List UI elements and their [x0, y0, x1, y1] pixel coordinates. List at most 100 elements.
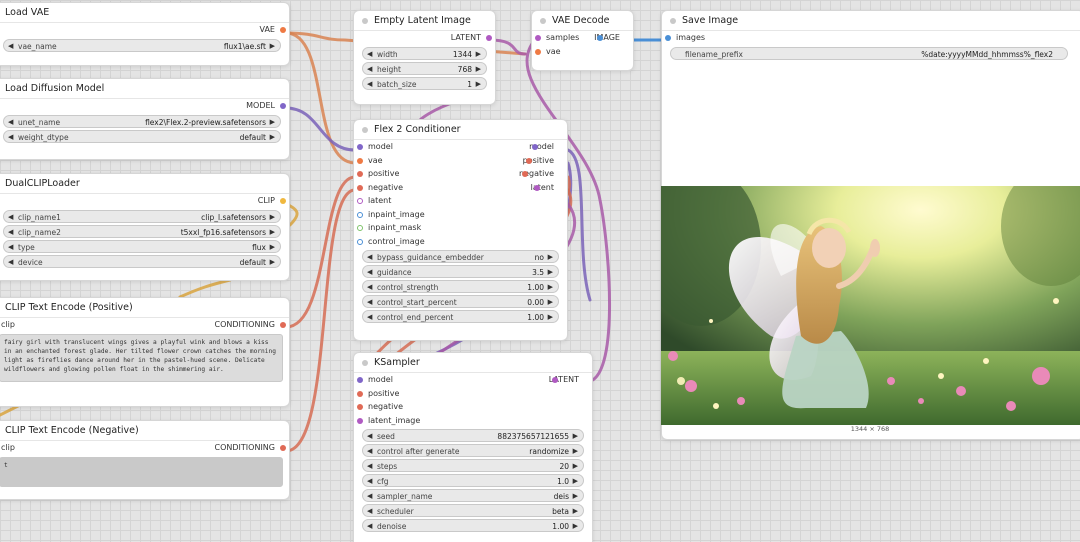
ksampler-title[interactable]: KSampler: [354, 353, 592, 373]
vae-output-dot[interactable]: [280, 27, 286, 33]
model-output-slot[interactable]: MODEL: [0, 99, 289, 113]
ksampler-negative-row[interactable]: negative: [354, 400, 592, 414]
empty-latent-title[interactable]: Empty Latent Image: [354, 11, 495, 31]
decrement-arrow-icon[interactable]: ◀: [8, 241, 13, 254]
decrement-arrow-icon[interactable]: ◀: [8, 40, 13, 53]
empty-latent-image-node[interactable]: Empty Latent Image LATENT ◀ width 1344 ▶…: [353, 10, 496, 105]
negative-input-dot[interactable]: [357, 184, 363, 191]
decrement-arrow-icon[interactable]: ◀: [367, 460, 372, 473]
flex2-positive-row[interactable]: positive negative: [354, 167, 567, 181]
unet-name-widget[interactable]: ◀ unet_name flex2\Flex.2-preview.safeten…: [3, 114, 281, 129]
model-input-dot[interactable]: [357, 377, 363, 383]
decrement-arrow-icon[interactable]: ◀: [367, 296, 372, 309]
decrement-arrow-icon[interactable]: ◀: [8, 256, 13, 269]
latent-image-input-dot[interactable]: [357, 417, 363, 424]
samples-input-dot[interactable]: [535, 35, 541, 41]
negative-output-dot[interactable]: [522, 171, 528, 177]
latent-output-dot[interactable]: [551, 377, 558, 383]
inpaint-mask-input-dot[interactable]: [357, 225, 363, 231]
decrement-arrow-icon[interactable]: ◀: [367, 266, 372, 279]
ksampler-node[interactable]: KSampler model LATENT positive negative …: [353, 352, 593, 542]
control-image-input-dot[interactable]: [357, 238, 363, 245]
denoise-widget[interactable]: ◀ denoise 1.00 ▶: [362, 519, 584, 532]
flex2-model-row[interactable]: model model: [354, 140, 567, 154]
load-diffusion-title[interactable]: Load Diffusion Model: [0, 79, 289, 99]
decrement-arrow-icon[interactable]: ◀: [367, 520, 372, 533]
conditioning-output-dot[interactable]: [280, 445, 286, 451]
flex2-inpaint-mask-row[interactable]: inpaint_mask: [354, 221, 567, 235]
control-end-percent-widget[interactable]: ◀ control_end_percent 1.00 ▶: [362, 310, 559, 323]
increment-arrow-icon[interactable]: ▶: [573, 445, 578, 458]
flex2-negative-row[interactable]: negative latent: [354, 181, 567, 195]
collapse-dot-icon[interactable]: [540, 18, 546, 24]
model-output-dot[interactable]: [280, 103, 286, 109]
decrement-arrow-icon[interactable]: ◀: [367, 445, 372, 458]
decrement-arrow-icon[interactable]: ◀: [367, 63, 372, 76]
decrement-arrow-icon[interactable]: ◀: [367, 78, 372, 91]
dual-clip-loader-node[interactable]: DualCLIPLoader CLIP ◀ clip_name1 clip_l.…: [0, 173, 290, 281]
flex2-title[interactable]: Flex 2 Conditioner: [354, 120, 567, 140]
model-input-dot[interactable]: [357, 144, 363, 150]
increment-arrow-icon[interactable]: ▶: [270, 241, 275, 254]
decrement-arrow-icon[interactable]: ◀: [367, 48, 372, 61]
flex2-vae-row[interactable]: vae positive: [354, 154, 567, 168]
load-vae-node[interactable]: Load VAE VAE ◀ vae_name flux1\ae.sft ▶: [0, 2, 290, 66]
clip-name2-widget[interactable]: ◀ clip_name2 t5xxl_fp16.safetensors ▶: [3, 224, 281, 239]
sampler-name-widget[interactable]: ◀ sampler_name deis ▶: [362, 489, 584, 502]
images-input-dot[interactable]: [665, 35, 671, 41]
weight-dtype-widget[interactable]: ◀ weight_dtype default ▶: [3, 129, 281, 144]
height-widget[interactable]: ◀ height 768 ▶: [362, 61, 487, 76]
increment-arrow-icon[interactable]: ▶: [270, 226, 275, 239]
clip-positive-title[interactable]: CLIP Text Encode (Positive): [0, 298, 289, 318]
samples-input-slot[interactable]: samples IMAGE: [532, 31, 633, 45]
load-diffusion-model-node[interactable]: Load Diffusion Model MODEL ◀ unet_name f…: [0, 78, 290, 160]
decrement-arrow-icon[interactable]: ◀: [8, 116, 13, 129]
ksampler-model-row[interactable]: model LATENT: [354, 373, 592, 387]
width-widget[interactable]: ◀ width 1344 ▶: [362, 46, 487, 61]
increment-arrow-icon[interactable]: ▶: [476, 48, 481, 61]
increment-arrow-icon[interactable]: ▶: [270, 116, 275, 129]
decrement-arrow-icon[interactable]: ◀: [367, 311, 372, 324]
increment-arrow-icon[interactable]: ▶: [548, 251, 553, 264]
increment-arrow-icon[interactable]: ▶: [573, 490, 578, 503]
decrement-arrow-icon[interactable]: ◀: [8, 131, 13, 144]
seed-widget[interactable]: ◀ seed 882375657121655 ▶: [362, 429, 584, 442]
increment-arrow-icon[interactable]: ▶: [270, 40, 275, 53]
vae-decode-title[interactable]: VAE Decode: [532, 11, 633, 31]
clip-output-slot[interactable]: CLIP: [0, 194, 289, 208]
conditioning-output-dot[interactable]: [280, 322, 286, 328]
vae-input-dot[interactable]: [357, 157, 363, 164]
ksampler-latent-row[interactable]: latent_image: [354, 414, 592, 428]
flex2-control-image-row[interactable]: control_image: [354, 235, 567, 249]
flex2-conditioner-node[interactable]: Flex 2 Conditioner model model vae posit…: [353, 119, 568, 341]
collapse-dot-icon[interactable]: [362, 127, 368, 133]
increment-arrow-icon[interactable]: ▶: [548, 311, 553, 324]
output-image-preview[interactable]: [661, 186, 1080, 425]
latent-input-dot[interactable]: [357, 198, 363, 204]
latent-output-dot[interactable]: [486, 35, 492, 41]
increment-arrow-icon[interactable]: ▶: [548, 296, 553, 309]
negative-input-dot[interactable]: [357, 404, 363, 410]
clip-device-widget[interactable]: ◀ device default ▶: [3, 254, 281, 269]
increment-arrow-icon[interactable]: ▶: [573, 505, 578, 518]
flex2-inpaint-image-row[interactable]: inpaint_image: [354, 208, 567, 222]
dual-clip-title[interactable]: DualCLIPLoader: [0, 174, 289, 194]
increment-arrow-icon[interactable]: ▶: [270, 211, 275, 224]
clip-output-dot[interactable]: [280, 198, 286, 204]
inpaint-image-input-dot[interactable]: [357, 211, 363, 218]
clip-type-widget[interactable]: ◀ type flux ▶: [3, 239, 281, 254]
positive-output-dot[interactable]: [525, 157, 532, 164]
increment-arrow-icon[interactable]: ▶: [270, 131, 275, 144]
cfg-widget[interactable]: ◀ cfg 1.0 ▶: [362, 474, 584, 487]
decrement-arrow-icon[interactable]: ◀: [8, 211, 13, 224]
increment-arrow-icon[interactable]: ▶: [548, 281, 553, 294]
decrement-arrow-icon[interactable]: ◀: [367, 430, 372, 443]
images-input-slot[interactable]: images: [662, 31, 1080, 45]
increment-arrow-icon[interactable]: ▶: [573, 520, 578, 533]
decrement-arrow-icon[interactable]: ◀: [367, 251, 372, 264]
scheduler-widget[interactable]: ◀ scheduler beta ▶: [362, 504, 584, 517]
steps-widget[interactable]: ◀ steps 20 ▶: [362, 459, 584, 472]
increment-arrow-icon[interactable]: ▶: [476, 63, 481, 76]
increment-arrow-icon[interactable]: ▶: [476, 78, 481, 91]
vae-name-widget[interactable]: ◀ vae_name flux1\ae.sft ▶: [3, 38, 281, 53]
